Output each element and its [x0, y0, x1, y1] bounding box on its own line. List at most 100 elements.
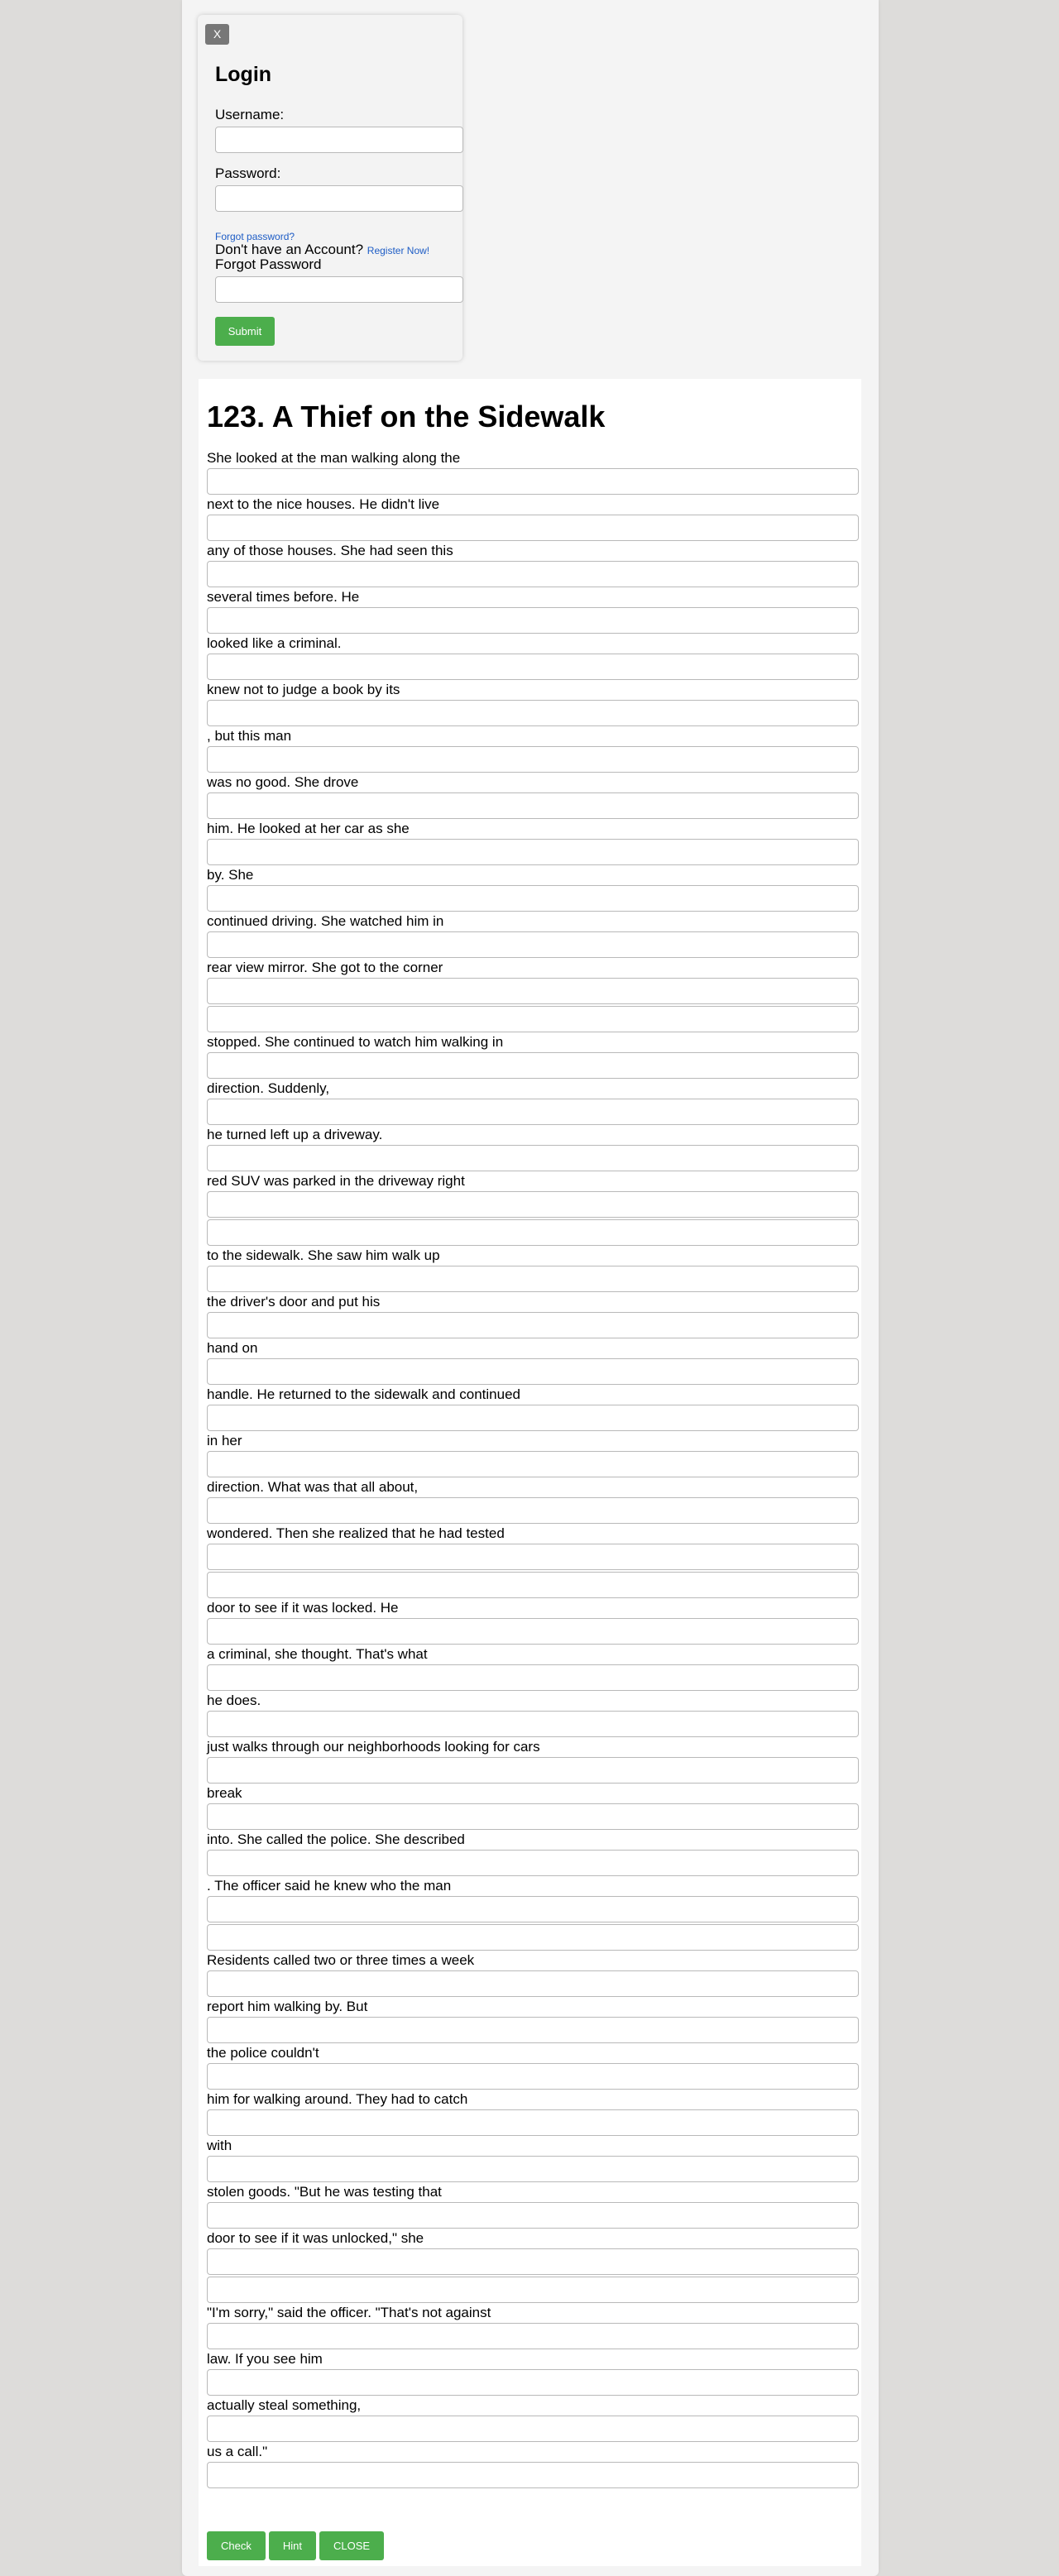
- username-input[interactable]: [215, 127, 463, 153]
- passage-text: stolen goods. "But he was testing that: [207, 2184, 442, 2200]
- blank-input[interactable]: [207, 700, 859, 726]
- login-title: Login: [215, 63, 272, 86]
- blank-input[interactable]: [207, 1924, 859, 1951]
- passage-text: the police couldn't: [207, 2045, 319, 2061]
- password-input[interactable]: [215, 185, 463, 212]
- no-account-text: Don't have an Account?: [215, 242, 364, 257]
- blank-input[interactable]: [207, 1664, 859, 1691]
- password-label: Password:: [215, 165, 281, 181]
- passage-text: red SUV was parked in the driveway right: [207, 1173, 465, 1189]
- passage-text: hand on: [207, 1340, 258, 1356]
- passage-text: She looked at the man walking along the: [207, 450, 461, 466]
- passage-text: break: [207, 1785, 242, 1801]
- forgot-password-link[interactable]: Forgot password?: [215, 231, 295, 242]
- blank-input[interactable]: [207, 1358, 859, 1385]
- blank-input[interactable]: [207, 1191, 859, 1218]
- blank-input[interactable]: [207, 2369, 859, 2396]
- forgot-password-input[interactable]: [215, 276, 463, 303]
- exercise-title: 123. A Thief on the Sidewalk: [207, 400, 606, 433]
- passage-text: next to the nice houses. He didn't live: [207, 496, 440, 512]
- close-login-button[interactable]: X: [205, 24, 229, 45]
- passage-text: was no good. She drove: [207, 774, 359, 790]
- passage-text: stopped. She continued to watch him walk…: [207, 1034, 504, 1050]
- check-button[interactable]: Check: [207, 2531, 266, 2560]
- passage-text: Residents called two or three times a we…: [207, 1952, 475, 1968]
- blank-input[interactable]: [207, 468, 859, 495]
- login-panel: X Login Username: Password: Forgot passw…: [198, 15, 463, 361]
- blank-input[interactable]: [207, 2202, 859, 2229]
- blank-input[interactable]: [207, 1312, 859, 1338]
- passage-text: just walks through our neighborhoods loo…: [207, 1739, 540, 1755]
- blank-input[interactable]: [207, 2156, 859, 2182]
- blank-input[interactable]: [207, 1803, 859, 1830]
- blank-input[interactable]: [207, 1544, 859, 1570]
- passage-text: report him walking by. But: [207, 1999, 368, 2014]
- register-link[interactable]: Register Now!: [367, 245, 429, 256]
- passage-text: in her: [207, 1433, 242, 1448]
- username-label: Username:: [215, 107, 285, 122]
- passage-text: him. He looked at her car as she: [207, 821, 410, 836]
- passage-text: . The officer said he knew who the man: [207, 1878, 452, 1894]
- passage-text: he does.: [207, 1693, 261, 1708]
- passage-text: direction. What was that all about,: [207, 1479, 419, 1495]
- passage-text: with: [207, 2138, 232, 2153]
- blank-input[interactable]: [207, 931, 859, 958]
- blank-input[interactable]: [207, 2248, 859, 2275]
- blank-input[interactable]: [207, 792, 859, 819]
- blank-input[interactable]: [207, 2277, 859, 2303]
- passage-text: into. She called the police. She describ…: [207, 1831, 465, 1847]
- passage-text: the driver's door and put his: [207, 1294, 381, 1310]
- blank-input[interactable]: [207, 2017, 859, 2043]
- blank-input[interactable]: [207, 1099, 859, 1125]
- blank-input[interactable]: [207, 1145, 859, 1171]
- passage-text: several times before. He: [207, 589, 360, 605]
- hint-button[interactable]: Hint: [268, 2531, 316, 2560]
- passage-text: direction. Suddenly,: [207, 1080, 330, 1096]
- blank-input[interactable]: [207, 1497, 859, 1524]
- passage-text: law. If you see him: [207, 2351, 323, 2367]
- passage-text: to the sidewalk. She saw him walk up: [207, 1247, 440, 1263]
- blank-input[interactable]: [207, 1052, 859, 1079]
- blank-input[interactable]: [207, 885, 859, 912]
- submit-button[interactable]: Submit: [215, 317, 275, 346]
- blank-input[interactable]: [207, 839, 859, 865]
- blank-input[interactable]: [207, 1266, 859, 1292]
- blank-input[interactable]: [207, 2416, 859, 2442]
- blank-input[interactable]: [207, 746, 859, 773]
- close-button[interactable]: CLOSE: [319, 2531, 385, 2560]
- blank-input[interactable]: [207, 2323, 859, 2349]
- passage-text: continued driving. She watched him in: [207, 913, 444, 929]
- blank-input[interactable]: [207, 1219, 859, 1246]
- blank-input[interactable]: [207, 1896, 859, 1922]
- blank-input[interactable]: [207, 607, 859, 634]
- blank-input[interactable]: [207, 1757, 859, 1784]
- passage-text: knew not to judge a book by its: [207, 682, 400, 697]
- passage-text: a criminal, she thought. That's what: [207, 1646, 428, 1662]
- passage-text: actually steal something,: [207, 2397, 362, 2413]
- blank-input[interactable]: [207, 1618, 859, 1645]
- action-buttons: Check Hint CLOSE: [207, 2531, 385, 2560]
- passage-text: any of those houses. She had seen this: [207, 543, 453, 558]
- blank-input[interactable]: [207, 1850, 859, 1876]
- blank-input[interactable]: [207, 1711, 859, 1737]
- blank-input[interactable]: [207, 978, 859, 1004]
- blank-input[interactable]: [207, 1572, 859, 1598]
- page-container: X Login Username: Password: Forgot passw…: [182, 0, 879, 2576]
- passage-text: him for walking around. They had to catc…: [207, 2091, 468, 2107]
- passage-text: "I'm sorry," said the officer. "That's n…: [207, 2305, 491, 2320]
- blank-input[interactable]: [207, 1405, 859, 1431]
- passage-text: looked like a criminal.: [207, 635, 342, 651]
- blank-input[interactable]: [207, 1970, 859, 1997]
- blank-input[interactable]: [207, 654, 859, 680]
- passage-text: he turned left up a driveway.: [207, 1127, 383, 1142]
- passage-text: door to see if it was locked. He: [207, 1600, 399, 1616]
- blank-input[interactable]: [207, 2063, 859, 2090]
- blank-input[interactable]: [207, 515, 859, 541]
- blank-input[interactable]: [207, 561, 859, 587]
- blank-input[interactable]: [207, 2462, 859, 2488]
- exercise-panel: 123. A Thief on the Sidewalk She looked …: [199, 379, 861, 2566]
- blank-input[interactable]: [207, 1451, 859, 1477]
- passage-text: door to see if it was unlocked," she: [207, 2230, 424, 2246]
- blank-input[interactable]: [207, 1006, 859, 1032]
- blank-input[interactable]: [207, 2109, 859, 2136]
